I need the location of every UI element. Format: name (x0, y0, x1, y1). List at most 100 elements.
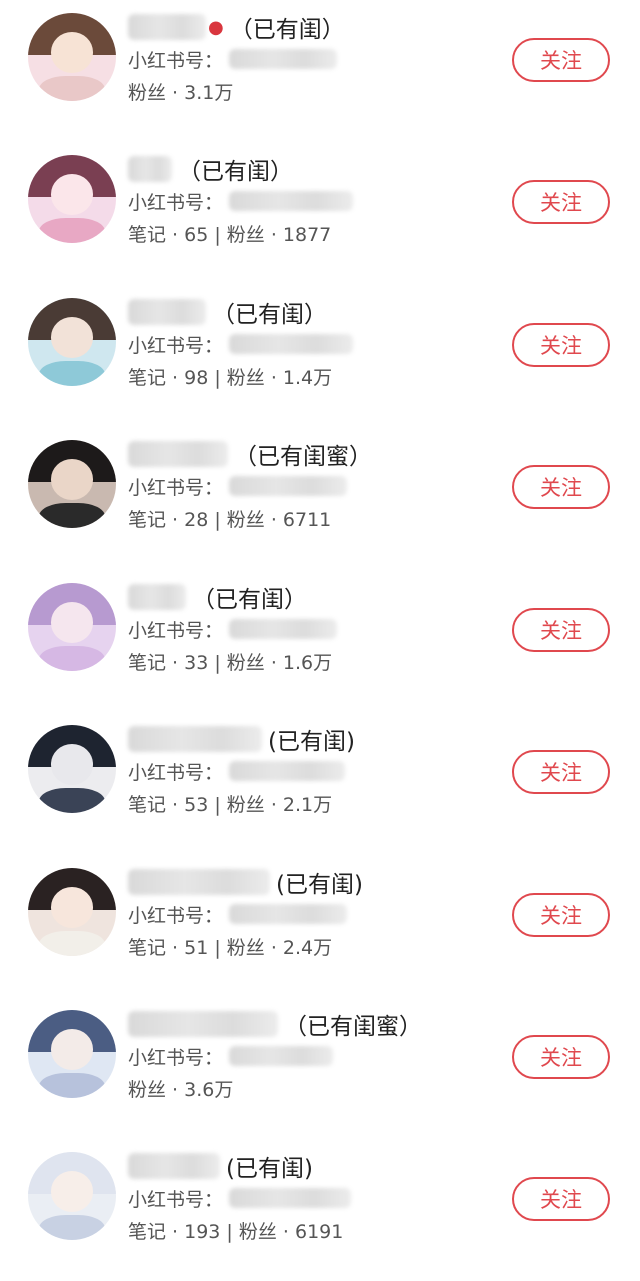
follow-button[interactable]: 关注 (512, 893, 610, 937)
user-stats: 笔记 · 28 | 粉丝 · 6711 (128, 508, 332, 531)
user-id-line: 小红书号： (128, 329, 354, 359)
user-name-line[interactable]: (已有闺) (128, 722, 355, 756)
user-name-line[interactable]: （已有闺蜜） (128, 1007, 422, 1041)
follow-button[interactable]: 关注 (512, 1035, 610, 1079)
blurred-user-id (229, 476, 348, 496)
user-name-suffix: （已有闺蜜） (284, 1014, 422, 1040)
user-id-line: 小红书号： (128, 186, 354, 216)
avatar[interactable] (28, 1152, 116, 1240)
user-stats: 笔记 · 51 | 粉丝 · 2.4万 (128, 936, 333, 959)
avatar[interactable] (28, 155, 116, 243)
blurred-user-id (229, 49, 338, 69)
user-name-line[interactable]: (已有闺) (128, 865, 363, 899)
avatar-face (50, 459, 94, 500)
user-row[interactable]: (已有闺) 小红书号： 笔记 · 53 | 粉丝 · 2.1万 关注 (0, 712, 640, 854)
follow-list: ● （已有闺） 小红书号： 粉丝 · 3.1万 关注 （已有闺） 小红书号： 笔… (0, 0, 640, 1259)
avatar-body (38, 218, 106, 243)
user-row[interactable]: (已有闺) 小红书号： 笔记 · 51 | 粉丝 · 2.4万 关注 (0, 855, 640, 997)
avatar-face (50, 1029, 94, 1070)
avatar-body (38, 1073, 106, 1098)
avatar-face (50, 744, 94, 785)
user-id-line: 小红书号： (128, 1041, 334, 1071)
follow-button[interactable]: 关注 (512, 180, 610, 224)
id-prefix: 小红书号： (128, 1188, 224, 1211)
user-name-suffix: (已有闺) (276, 872, 363, 898)
avatar-body (38, 646, 106, 671)
user-stats: 笔记 · 98 | 粉丝 · 1.4万 (128, 366, 333, 389)
user-name-line[interactable]: ● （已有闺） (128, 10, 345, 44)
blurred-username (128, 726, 262, 752)
user-id-line: 小红书号： (128, 44, 338, 74)
avatar[interactable] (28, 13, 116, 101)
id-prefix: 小红书号： (128, 619, 224, 642)
avatar-body (38, 361, 106, 386)
user-name-suffix: （已有闺） (192, 587, 307, 613)
avatar-body (38, 931, 106, 956)
user-row[interactable]: （已有闺） 小红书号： 笔记 · 98 | 粉丝 · 1.4万 关注 (0, 285, 640, 427)
user-id-line: 小红书号： (128, 1183, 352, 1213)
avatar-face (50, 32, 94, 73)
avatar[interactable] (28, 298, 116, 386)
user-name-suffix: (已有闺) (226, 1156, 313, 1182)
user-stats: 粉丝 · 3.6万 (128, 1078, 234, 1101)
follow-button[interactable]: 关注 (512, 465, 610, 509)
user-name-line[interactable]: （已有闺） (128, 295, 327, 329)
blurred-user-id (229, 1188, 352, 1208)
id-prefix: 小红书号： (128, 334, 224, 357)
id-prefix: 小红书号： (128, 49, 224, 72)
avatar[interactable] (28, 440, 116, 528)
blurred-user-id (229, 191, 354, 211)
user-stats: 粉丝 · 3.1万 (128, 81, 234, 104)
blurred-username (128, 869, 270, 895)
avatar[interactable] (28, 725, 116, 813)
blurred-username (128, 299, 206, 325)
user-stats: 笔记 · 33 | 粉丝 · 1.6万 (128, 651, 333, 674)
user-row[interactable]: (已有闺) 小红书号： 笔记 · 193 | 粉丝 · 6191 关注 (0, 1139, 640, 1281)
id-prefix: 小红书号： (128, 904, 224, 927)
user-stats: 笔记 · 193 | 粉丝 · 6191 (128, 1220, 344, 1243)
blurred-username (128, 1011, 278, 1037)
blurred-username (128, 156, 172, 182)
user-row[interactable]: （已有闺） 小红书号： 笔记 · 65 | 粉丝 · 1877 关注 (0, 142, 640, 284)
user-name-line[interactable]: （已有闺） (128, 152, 293, 186)
user-row[interactable]: （已有闺蜜） 小红书号： 笔记 · 28 | 粉丝 · 6711 关注 (0, 427, 640, 569)
id-prefix: 小红书号： (128, 1046, 224, 1069)
user-id-line: 小红书号： (128, 756, 346, 786)
avatar-body (38, 76, 106, 101)
blurred-user-id (229, 761, 346, 781)
user-stats: 笔记 · 53 | 粉丝 · 2.1万 (128, 793, 333, 816)
avatar[interactable] (28, 583, 116, 671)
user-name-suffix: （已有闺） (212, 302, 327, 328)
follow-button[interactable]: 关注 (512, 608, 610, 652)
avatar[interactable] (28, 1010, 116, 1098)
user-id-line: 小红书号： (128, 614, 338, 644)
avatar-face (50, 887, 94, 928)
blurred-username (128, 1153, 220, 1179)
user-row[interactable]: （已有闺蜜） 小红书号： 粉丝 · 3.6万 关注 (0, 997, 640, 1139)
user-row[interactable]: （已有闺） 小红书号： 笔记 · 33 | 粉丝 · 1.6万 关注 (0, 570, 640, 712)
blurred-user-id (229, 334, 354, 354)
follow-button[interactable]: 关注 (512, 750, 610, 794)
user-name-line[interactable]: （已有闺蜜） (128, 437, 372, 471)
user-stats: 笔记 · 65 | 粉丝 · 1877 (128, 223, 332, 246)
user-id-line: 小红书号： (128, 899, 348, 929)
avatar[interactable] (28, 868, 116, 956)
user-id-line: 小红书号： (128, 471, 348, 501)
blurred-username (128, 14, 206, 40)
blurred-user-id (229, 1046, 334, 1066)
strawberry-icon: ● (208, 16, 224, 38)
user-name-suffix: （已有闺） (178, 159, 293, 185)
blurred-user-id (229, 619, 338, 639)
id-prefix: 小红书号： (128, 761, 224, 784)
user-row[interactable]: ● （已有闺） 小红书号： 粉丝 · 3.1万 关注 (0, 0, 640, 142)
user-name-line[interactable]: (已有闺) (128, 1149, 313, 1183)
follow-button[interactable]: 关注 (512, 1177, 610, 1221)
follow-button[interactable]: 关注 (512, 38, 610, 82)
user-name-line[interactable]: （已有闺） (128, 580, 307, 614)
avatar-face (50, 174, 94, 215)
id-prefix: 小红书号： (128, 476, 224, 499)
user-name-suffix: (已有闺) (268, 729, 355, 755)
avatar-body (38, 788, 106, 813)
follow-button[interactable]: 关注 (512, 323, 610, 367)
avatar-body (38, 503, 106, 528)
